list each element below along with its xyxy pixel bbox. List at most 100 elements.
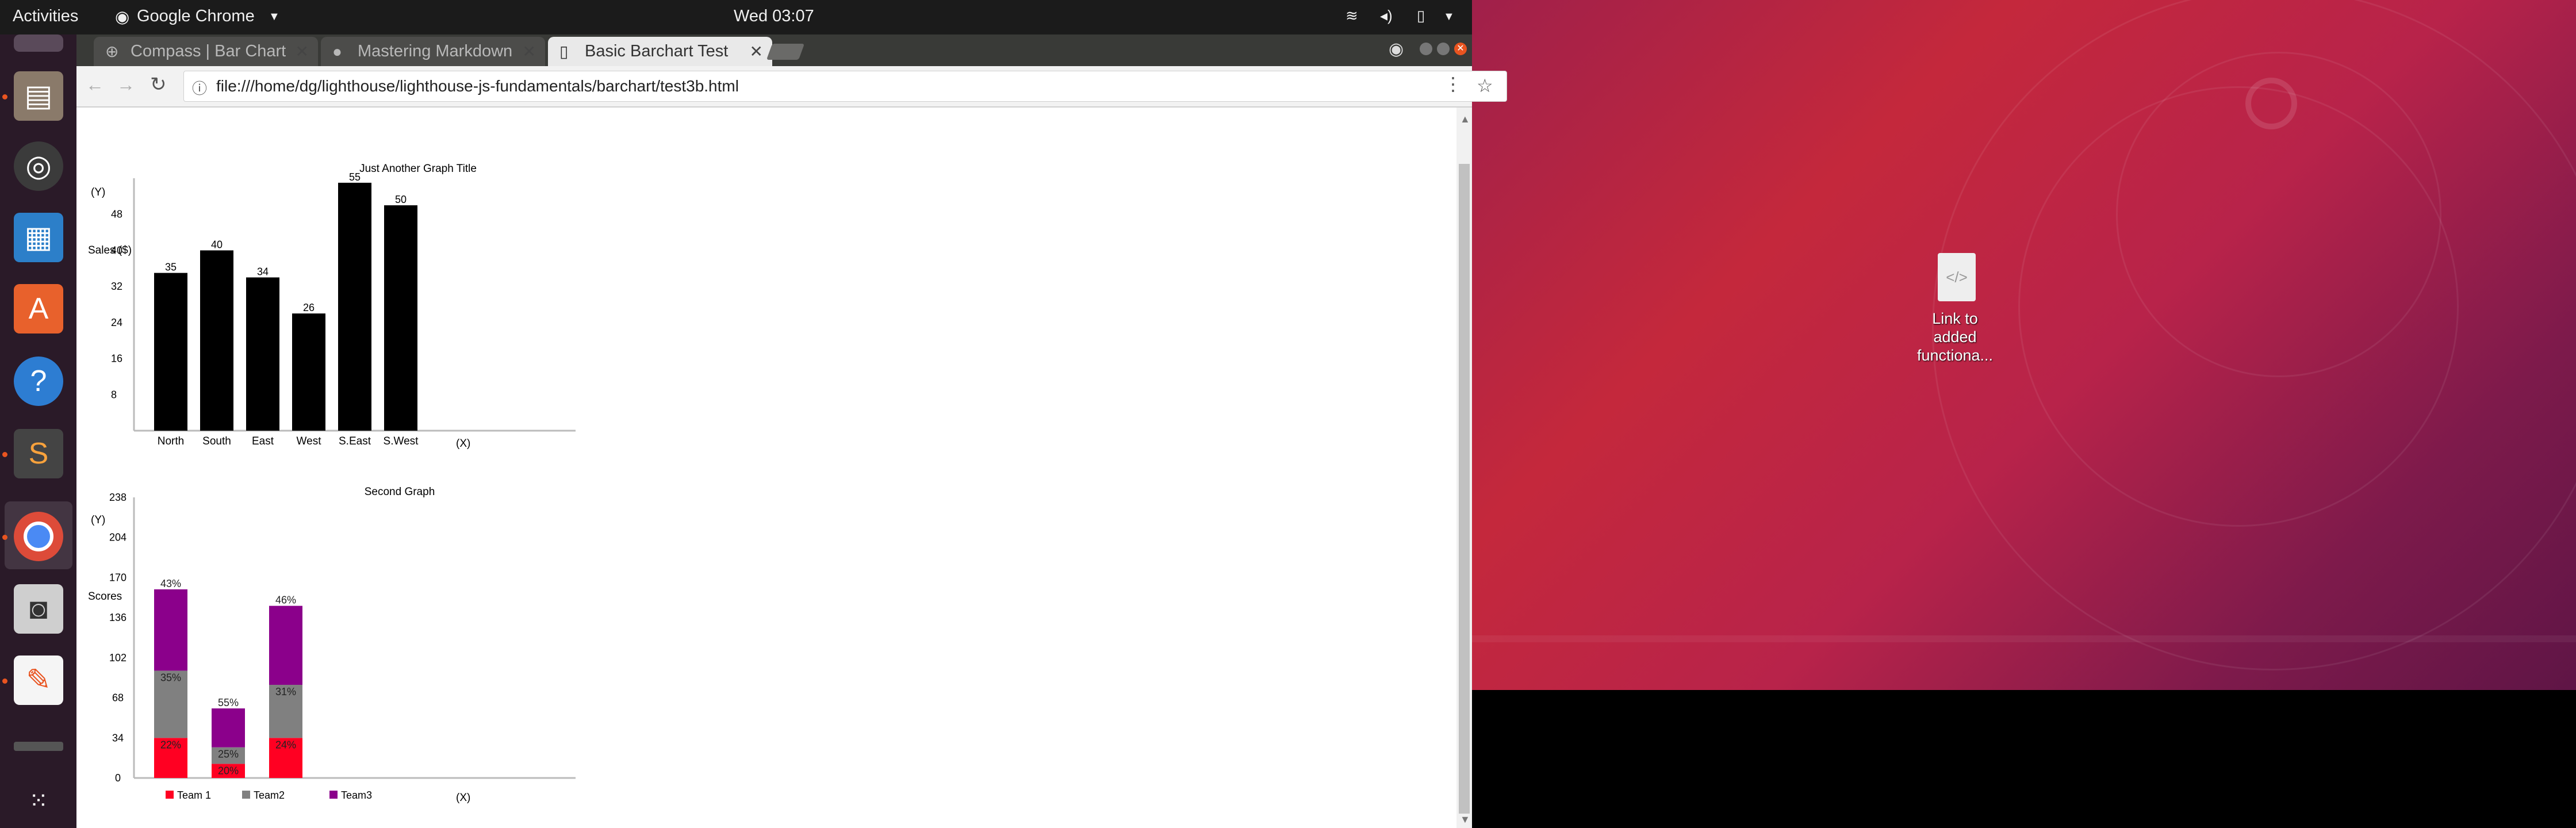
y-tick-label: 102 bbox=[109, 652, 126, 664]
compass-icon: ⊕ bbox=[105, 43, 119, 60]
stack-segment bbox=[212, 708, 245, 747]
stacked-bar-chart-2: Second Graph (Y) Scores (X) 0 34 68 102 136 1… bbox=[88, 486, 576, 804]
dock: ▤ ◎ ▦ A ? S ◙ ✎ ⁙ bbox=[0, 34, 76, 828]
tab-label: Compass | Bar Chart bbox=[131, 42, 286, 60]
file-icon: ▯ bbox=[559, 43, 569, 60]
profile-icon[interactable]: ◉ bbox=[1389, 39, 1404, 59]
close-window-icon[interactable]: ✕ bbox=[1454, 43, 1467, 55]
activities-button[interactable]: Activities bbox=[13, 7, 78, 26]
software-center-icon[interactable]: A bbox=[14, 284, 63, 334]
stack-segment bbox=[269, 605, 302, 685]
x-tick-label: East bbox=[252, 435, 274, 447]
clock[interactable]: Wed 03:07 bbox=[734, 7, 814, 26]
close-icon[interactable]: ✕ bbox=[523, 37, 536, 66]
data-label: 22% bbox=[160, 739, 181, 750]
y-tick-label: 204 bbox=[109, 532, 126, 543]
desktop-icon-label-line: Link to bbox=[1932, 310, 1978, 327]
data-label: 55% bbox=[218, 697, 239, 708]
github-icon: ● bbox=[332, 43, 342, 60]
desktop-icon-label-line: added bbox=[1933, 328, 1977, 346]
minimize-icon[interactable] bbox=[1420, 43, 1432, 55]
battery-icon[interactable]: ▯ bbox=[1417, 7, 1425, 25]
tab-barchart[interactable]: ▯ Basic Barchart Test ✕ bbox=[548, 37, 772, 66]
close-icon[interactable]: ✕ bbox=[750, 37, 763, 66]
x-axis-marker: (X) bbox=[456, 792, 470, 804]
y-axis-label: Sales ($) bbox=[88, 244, 132, 256]
wifi-icon[interactable]: ≋ bbox=[1346, 7, 1358, 25]
y-tick-label: 68 bbox=[112, 692, 124, 704]
back-icon[interactable]: ← bbox=[86, 74, 104, 95]
y-axis-marker: (Y) bbox=[91, 186, 105, 198]
tab-label: Mastering Markdown bbox=[358, 42, 513, 60]
legend-swatch bbox=[242, 791, 250, 799]
menu-icon[interactable]: ⋮ bbox=[1444, 73, 1462, 95]
app-menu[interactable]: Google Chrome bbox=[137, 7, 255, 26]
rhythmbox-icon[interactable]: ◎ bbox=[14, 141, 63, 191]
legend-swatch bbox=[166, 791, 174, 799]
info-icon: ⓘ bbox=[192, 80, 208, 97]
forward-icon[interactable]: → bbox=[117, 74, 135, 95]
tab-markdown[interactable]: ● Mastering Markdown ✕ bbox=[321, 37, 545, 66]
legend-label: Team3 bbox=[341, 789, 372, 801]
x-tick-label: South bbox=[202, 435, 231, 447]
tab-strip: ⊕ Compass | Bar Chart ✕ ● Mastering Mark… bbox=[76, 34, 1472, 66]
close-icon[interactable]: ✕ bbox=[296, 37, 309, 66]
new-tab-button[interactable] bbox=[766, 44, 805, 60]
y-axis-label: Scores bbox=[88, 591, 122, 603]
dock-partial-icon[interactable] bbox=[14, 34, 63, 52]
data-label: 20% bbox=[218, 765, 239, 776]
bar bbox=[154, 273, 187, 431]
scroll-thumb[interactable] bbox=[1459, 164, 1470, 814]
y-tick-label: 32 bbox=[111, 281, 122, 292]
reload-icon[interactable]: ↻ bbox=[150, 73, 167, 96]
system-menu-icon[interactable]: ▼ bbox=[1443, 10, 1455, 24]
chart-title: Second Graph bbox=[365, 486, 435, 498]
star-icon[interactable]: ☆ bbox=[1477, 75, 1493, 97]
legend-swatch bbox=[329, 791, 338, 799]
y-tick-label: 170 bbox=[109, 572, 126, 583]
chevron-down-icon: ▼ bbox=[269, 10, 280, 23]
volume-icon[interactable]: ◂) bbox=[1380, 7, 1393, 25]
x-tick-label: S.East bbox=[339, 435, 371, 447]
writer-icon[interactable]: ▦ bbox=[14, 213, 63, 262]
chrome-icon[interactable] bbox=[14, 512, 63, 561]
chart-title: Just Another Graph Title bbox=[359, 163, 477, 175]
bar bbox=[292, 313, 325, 431]
browser-toolbar: ← → ↻ ⓘ file:///home/dg/lighthouse/light… bbox=[76, 66, 1507, 108]
text-editor-icon[interactable]: ✎ bbox=[14, 656, 63, 705]
data-label: 24% bbox=[275, 739, 296, 750]
page-viewport: Just Another Graph Title (Y) Sales ($) (… bbox=[76, 108, 1456, 828]
bar bbox=[200, 250, 233, 431]
desktop-file-icon[interactable]: </> Link to added functiona... bbox=[1897, 253, 2012, 368]
data-label: 35 bbox=[165, 262, 177, 273]
y-tick-label: 34 bbox=[112, 732, 124, 743]
scroll-up-icon[interactable]: ▲ bbox=[1460, 113, 1470, 125]
url-text: file:///home/dg/lighthouse/lighthouse-js… bbox=[216, 77, 739, 95]
y-tick-label: 48 bbox=[111, 209, 122, 220]
y-tick-label: 238 bbox=[109, 492, 126, 503]
maximize-icon[interactable] bbox=[1437, 43, 1450, 55]
address-bar[interactable]: ⓘ file:///home/dg/lighthouse/lighthouse-… bbox=[183, 71, 1507, 102]
scroll-down-icon[interactable]: ▼ bbox=[1460, 814, 1470, 826]
y-tick-label: 0 bbox=[115, 772, 121, 784]
data-label: 26 bbox=[303, 302, 315, 313]
data-label: 40 bbox=[211, 239, 223, 250]
help-icon[interactable]: ? bbox=[14, 356, 63, 406]
data-label: 50 bbox=[395, 194, 407, 205]
data-label: 31% bbox=[275, 686, 296, 697]
data-label: 35% bbox=[160, 672, 181, 683]
bar bbox=[384, 205, 417, 431]
files-icon[interactable]: ▤ bbox=[14, 71, 63, 121]
data-label: 46% bbox=[275, 595, 296, 606]
show-applications-icon[interactable]: ⁙ bbox=[14, 776, 63, 826]
legend-label: Team2 bbox=[254, 789, 285, 801]
x-axis-marker: (X) bbox=[456, 438, 470, 450]
bar bbox=[246, 277, 279, 431]
legend-label: Team 1 bbox=[177, 789, 211, 801]
page-scrollbar[interactable]: ▲ ▼ bbox=[1456, 108, 1472, 828]
tab-compass[interactable]: ⊕ Compass | Bar Chart ✕ bbox=[94, 37, 318, 66]
bar-chart-1: Just Another Graph Title (Y) Sales ($) (… bbox=[88, 163, 576, 450]
data-label: 25% bbox=[218, 749, 239, 760]
screenshot-icon[interactable]: ◙ bbox=[14, 584, 63, 634]
sublime-text-icon[interactable]: S bbox=[14, 429, 63, 478]
